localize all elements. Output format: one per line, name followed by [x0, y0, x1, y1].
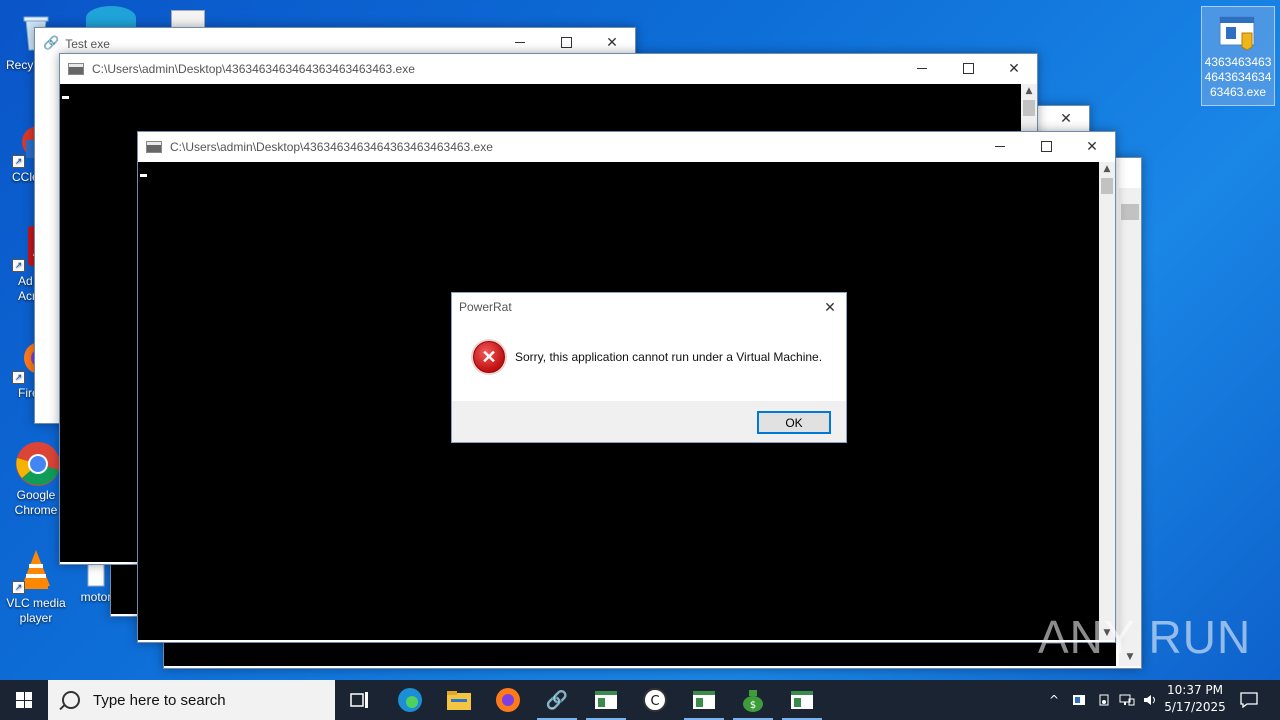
taskbar-edge[interactable] [386, 680, 434, 720]
shortcut-arrow-icon: ↗ [12, 259, 25, 272]
link-icon: 🔗 [43, 34, 60, 50]
tray-device-icon[interactable] [1093, 680, 1115, 720]
firefox-icon [496, 688, 520, 712]
money-bag-icon: $ [743, 690, 763, 712]
exe-file-icon [1218, 15, 1258, 51]
taskbar-console-3[interactable] [778, 680, 826, 720]
vertical-scrollbar[interactable]: ▲ ▼ [1099, 162, 1115, 640]
desktop-icon-label: VLC media player [6, 596, 66, 625]
clock-date: 5/17/2025 [1164, 700, 1226, 714]
window-title: Test exe [65, 36, 110, 51]
maximize-button[interactable] [945, 54, 991, 83]
close-button[interactable] [1069, 132, 1115, 161]
minimize-button[interactable] [899, 54, 945, 83]
search-box[interactable]: Type here to search [48, 680, 335, 720]
console-app-icon [595, 691, 617, 709]
window-title: C:\Users\admin\Desktop\43634634634643634… [170, 139, 493, 154]
vertical-scrollbar[interactable]: ▼ [1119, 188, 1141, 666]
file-explorer-icon [447, 691, 471, 710]
taskbar-console-1[interactable] [582, 680, 630, 720]
shortcut-arrow-icon: ↗ [12, 155, 25, 168]
taskbar-firefox[interactable] [484, 680, 532, 720]
text-cursor [140, 174, 147, 177]
search-icon [62, 691, 80, 709]
text-cursor [62, 96, 69, 99]
desktop-icon-selected-exe[interactable]: 4363463463464363463463463.exe [1201, 6, 1275, 106]
edge-icon [398, 688, 422, 712]
clock-time: 10:37 PM [1167, 683, 1223, 697]
taskbar-link-app[interactable]: 🔗 [533, 680, 581, 720]
taskbar-file-explorer[interactable] [435, 680, 483, 720]
close-button[interactable] [1043, 106, 1089, 132]
dialog-close-button[interactable]: ✕ [814, 293, 846, 321]
window-title: C:\Users\admin\Desktop\43634634634643634… [92, 61, 415, 76]
vlc-icon: ↗ [12, 548, 58, 594]
close-button[interactable] [991, 54, 1037, 83]
taskbar-ccleaner[interactable]: C [631, 680, 679, 720]
shortcut-arrow-icon: ↗ [12, 581, 25, 594]
network-icon[interactable] [1116, 680, 1138, 720]
window-titlebar[interactable]: C:\Users\admin\Desktop\43634634634643634… [60, 54, 1037, 83]
taskbar-console-2[interactable] [680, 680, 728, 720]
console-icon [146, 140, 162, 153]
chevron-up-icon[interactable]: ▲ [1099, 162, 1115, 176]
clock[interactable]: 10:37 PM 5/17/2025 [1160, 682, 1230, 716]
svg-text:$: $ [750, 700, 756, 711]
search-placeholder: Type here to search [93, 691, 226, 709]
task-view-button[interactable] [336, 680, 384, 720]
scroll-thumb[interactable] [1101, 178, 1113, 194]
error-icon: ✕ [473, 341, 505, 373]
svg-text:C: C [650, 694, 659, 709]
scroll-thumb[interactable] [1023, 100, 1035, 116]
chrome-icon [14, 440, 60, 486]
desktop-icon-label: 4363463463464363463463463.exe [1204, 55, 1272, 99]
maximize-button[interactable] [1023, 132, 1069, 161]
window-titlebar[interactable]: C:\Users\admin\Desktop\43634634634643634… [138, 132, 1115, 161]
console-icon [68, 62, 84, 75]
task-view-icon [350, 692, 368, 708]
taskbar-money-bag[interactable]: $ [729, 680, 777, 720]
notification-icon [1240, 692, 1258, 708]
link-app-icon: 🔗 [545, 689, 569, 711]
ccleaner-icon: C [643, 688, 667, 712]
chevron-up-icon[interactable]: ▲ [1021, 84, 1037, 98]
tray-overflow-chevron-up-icon[interactable]: ^ [1044, 680, 1064, 720]
ok-button[interactable]: OK [757, 411, 831, 434]
console-app-icon [791, 691, 813, 709]
start-button[interactable] [0, 680, 48, 720]
shortcut-arrow-icon: ↗ [12, 371, 25, 384]
tray-app-icon[interactable] [1068, 680, 1090, 720]
scroll-thumb[interactable] [1121, 204, 1139, 220]
error-dialog[interactable]: PowerRat ✕ ✕ Sorry, this application can… [451, 292, 847, 443]
dialog-footer: OK [452, 401, 846, 442]
windows-logo-icon [16, 692, 32, 708]
watermark: ANY RUN [1038, 611, 1252, 663]
volume-icon[interactable] [1139, 680, 1161, 720]
dialog-message: Sorry, this application cannot run under… [515, 350, 823, 364]
minimize-button[interactable] [977, 132, 1023, 161]
notification-center-button[interactable] [1234, 680, 1264, 720]
console-app-icon [693, 691, 715, 709]
dialog-title: PowerRat [459, 300, 512, 314]
